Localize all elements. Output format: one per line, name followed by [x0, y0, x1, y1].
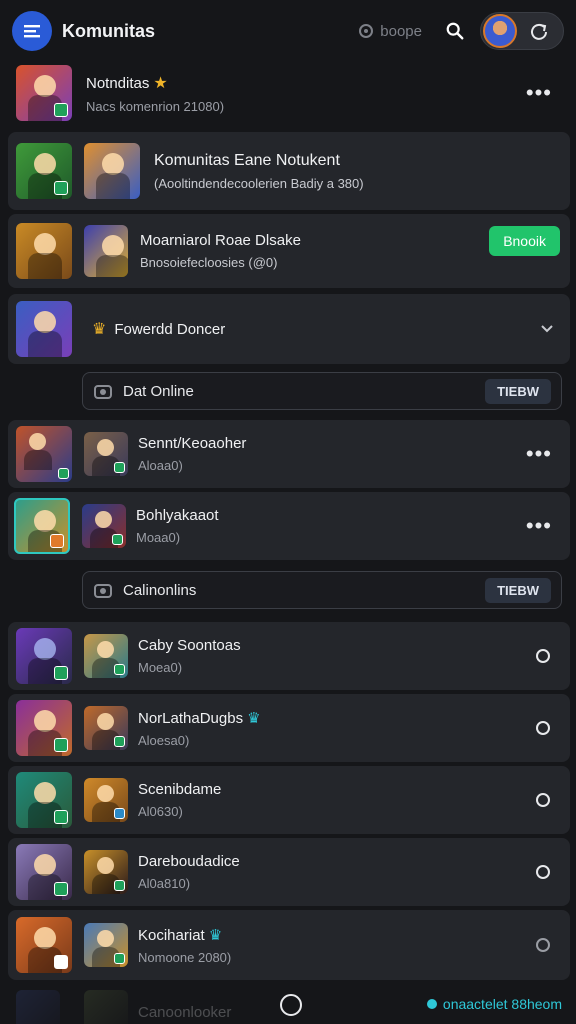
view-button[interactable]: TIEBW	[485, 577, 551, 603]
community-thumbnail	[84, 778, 128, 822]
community-thumbnail	[16, 301, 72, 357]
community-thumbnail	[84, 706, 128, 750]
community-thumbnail	[16, 223, 72, 279]
list-item[interactable]: NorLathaDugbs ♛ Aloesa0)	[8, 694, 570, 762]
list-item[interactable]: Bohlyakaaot Moaa0) •••	[8, 492, 570, 560]
section-label: Calinonlins	[123, 581, 197, 599]
community-thumbnail	[16, 65, 72, 121]
community-thumbnail	[16, 917, 72, 973]
community-thumbnail	[82, 504, 126, 548]
section-header: Calinonlins TIEBW	[82, 571, 562, 609]
community-thumbnail	[14, 498, 70, 554]
community-thumbnail	[16, 990, 60, 1024]
community-thumbnail	[84, 923, 128, 967]
select-radio[interactable]	[536, 865, 550, 879]
community-thumbnail	[84, 432, 128, 476]
list-item[interactable]: Scenibdame Al0630)	[8, 766, 570, 834]
item-name: Scenibdame	[138, 781, 222, 798]
select-radio[interactable]	[536, 649, 550, 663]
community-thumbnail	[16, 628, 72, 684]
item-subtitle: (Aooltindendecoolerien Badiy a 380)	[154, 175, 364, 191]
item-name: Moarniarol Roae Dlsake	[140, 232, 301, 249]
item-subtitle: Aloesa0)	[138, 732, 190, 748]
item-name: Komunitas Eane Notukent	[154, 151, 340, 169]
join-button[interactable]: Bnooik	[489, 226, 560, 256]
item-name: Kocihariat	[138, 926, 205, 944]
search-box[interactable]: boope	[358, 23, 422, 40]
select-radio[interactable]	[536, 721, 550, 735]
circle-icon[interactable]	[280, 994, 302, 1016]
item-subtitle: Al0a810)	[138, 876, 191, 891]
list-item[interactable]: Komunitas Eane Notukent (Aooltindendecoo…	[8, 132, 570, 210]
item-name: Sennt/Keoaoher	[138, 435, 247, 452]
list-item: Canoonlooker	[16, 990, 231, 1024]
item-name: Notnditas	[86, 74, 150, 92]
list-item[interactable]: Moarniarol Roae Dlsake Bnosoiefecloosies…	[8, 214, 570, 288]
community-thumbnail	[84, 143, 140, 199]
item-name: Bohlyakaaot	[136, 507, 219, 524]
chevron-down-icon[interactable]	[540, 322, 554, 336]
item-name: Canoonlooker	[138, 1003, 232, 1021]
community-thumbnail	[16, 426, 72, 482]
list-item[interactable]: Kocihariat ♛ Nomoone 2080)	[8, 910, 570, 980]
community-thumbnail	[84, 225, 128, 277]
refresh-icon[interactable]	[527, 19, 551, 43]
item-subtitle: Nacs komenrion 21080)	[86, 98, 225, 114]
item-name: Fowerdd Doncer	[114, 320, 226, 338]
item-subtitle: Bnosoiefecloosies (@0)	[140, 255, 278, 270]
status-badge: onaactelet 88heom	[426, 996, 562, 1012]
item-subtitle: Al0630)	[138, 804, 183, 819]
crown-icon: ♛	[92, 321, 107, 338]
search-icon[interactable]	[444, 20, 466, 42]
crown-icon: ♛	[208, 926, 223, 944]
more-options-icon[interactable]: •••	[526, 515, 552, 537]
community-thumbnail	[16, 143, 72, 199]
more-options-icon[interactable]: •••	[526, 82, 552, 104]
item-subtitle: Aloaa0)	[138, 458, 183, 473]
top-bar: Komunitas boope	[0, 0, 576, 62]
item-name: NorLathaDugbs	[138, 709, 244, 727]
select-radio[interactable]	[536, 793, 550, 807]
bottom-bar: Canoonlooker onaactelet 88heom	[0, 984, 576, 1024]
item-subtitle: Moaa0)	[136, 530, 181, 545]
community-thumbnail	[16, 700, 72, 756]
list-item[interactable]: Dareboudadice Al0a810)	[8, 838, 570, 906]
community-thumbnail	[16, 772, 72, 828]
search-label: boope	[380, 22, 422, 40]
community-thumbnail	[84, 634, 128, 678]
star-icon: ★	[153, 74, 168, 92]
select-radio[interactable]	[536, 938, 550, 952]
item-name: Dareboudadice	[138, 853, 240, 870]
view-button[interactable]: TIEBW	[485, 378, 551, 404]
app-title: Komunitas	[62, 20, 156, 41]
status-dot-icon	[426, 999, 437, 1009]
list-item[interactable]: Caby Soontoas Moea0)	[8, 622, 570, 690]
profile-toggle[interactable]	[480, 12, 564, 50]
community-thumbnail	[16, 844, 72, 900]
list-item[interactable]: Sennt/Keoaoher Aloaa0) •••	[8, 420, 570, 488]
community-thumbnail	[84, 990, 128, 1024]
item-name: Caby Soontoas	[138, 637, 241, 654]
community-thumbnail	[84, 850, 128, 894]
section-label: Dat Online	[123, 382, 194, 400]
list-item[interactable]: ♛ Fowerdd Doncer	[8, 294, 570, 364]
list-item[interactable]: Notnditas ★ Nacs komenrion 21080) •••	[8, 62, 570, 124]
gear-icon	[359, 24, 374, 38]
crown-icon: ♛	[247, 709, 261, 727]
camera-icon	[94, 385, 112, 399]
status-text: onaactelet 88heom	[442, 996, 562, 1012]
section-header: Dat Online TIEBW	[82, 372, 562, 410]
avatar[interactable]	[483, 14, 517, 48]
item-subtitle: Moea0)	[138, 660, 183, 675]
list-icon[interactable]	[12, 11, 52, 51]
camera-icon	[94, 584, 112, 598]
item-subtitle: Nomoone 2080)	[138, 949, 232, 965]
more-options-icon[interactable]: •••	[526, 443, 552, 465]
